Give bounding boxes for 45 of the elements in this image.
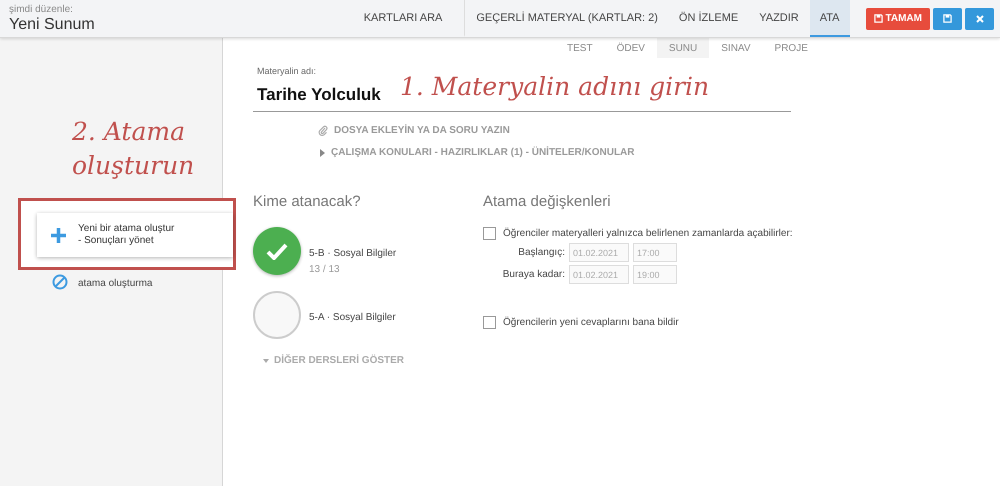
field-label: Başlangıç: bbox=[517, 247, 565, 258]
done-button[interactable]: TAMAM bbox=[866, 8, 930, 30]
save-icon bbox=[943, 14, 952, 23]
class-name: 5-A · Sosyal Bilgiler bbox=[309, 312, 396, 323]
plus-icon bbox=[51, 228, 66, 242]
field-label: Buraya kadar: bbox=[502, 269, 565, 280]
attach-link[interactable]: DOSYA EKLEYİN YA DA SORU YAZIN bbox=[318, 125, 1000, 136]
student-count: 13 / 13 bbox=[309, 264, 341, 275]
material-type-tab[interactable]: SUNU bbox=[656, 38, 710, 58]
section-heading: Atama değişkenleri bbox=[483, 193, 612, 210]
check-icon bbox=[266, 242, 288, 260]
nav-tab[interactable]: YAZDIR bbox=[749, 0, 809, 37]
nav-tab[interactable]: GEÇERLİ MATERYAL (KARTLAR: 2) bbox=[466, 0, 668, 37]
close-button[interactable] bbox=[965, 8, 994, 30]
section-heading: Kime atanacak? bbox=[253, 193, 362, 210]
class-avatar[interactable] bbox=[253, 291, 301, 339]
material-type-tab[interactable]: ÖDEV bbox=[604, 38, 657, 58]
topics-link[interactable]: ÇALIŞMA KONULARI - HAZIRLIKLAR (1) - ÜNİTELER/KONULAR bbox=[320, 147, 1000, 158]
save-icon bbox=[874, 14, 883, 23]
sidebar-action-text: atama oluşturma bbox=[78, 278, 152, 290]
create-assignment-button[interactable]: Yeni bir atama oluştur - Sonuçları yönet bbox=[37, 213, 233, 257]
annotation-text: 1. Materyalin adını girin bbox=[400, 71, 710, 103]
checkbox[interactable] bbox=[483, 316, 496, 329]
blocked-icon bbox=[52, 274, 68, 290]
option-label: Öğrencilerin yeni cevaplarını bana bildir bbox=[503, 317, 679, 328]
save-button[interactable] bbox=[933, 8, 962, 30]
close-icon bbox=[976, 14, 984, 22]
nav-tab[interactable]: ATA bbox=[810, 0, 850, 37]
class-name: 5-B · Sosyal Bilgiler bbox=[309, 248, 396, 259]
option-label: Öğrenciler materyalleri yalnızca belirlenen zamanlarda açabilirler: bbox=[503, 228, 793, 239]
paperclip-icon bbox=[318, 125, 328, 136]
field-label: Materyalin adı: bbox=[257, 66, 318, 76]
material-type-tab[interactable]: TEST bbox=[555, 38, 605, 58]
annotation-text: 2. Atama oluşturun bbox=[72, 116, 196, 182]
class-avatar[interactable] bbox=[253, 227, 301, 275]
document-title: Yeni Sunum bbox=[9, 16, 96, 34]
nav-tab[interactable]: ÖN İZLEME bbox=[668, 0, 748, 37]
material-type-tab[interactable]: PROJE bbox=[762, 38, 820, 58]
caret-icon bbox=[320, 148, 325, 156]
material-type-tab[interactable]: SINAV bbox=[709, 38, 763, 58]
caret-icon bbox=[263, 358, 269, 362]
nav-tab[interactable]: KARTLARI ARA bbox=[354, 0, 466, 37]
checkbox[interactable] bbox=[483, 227, 496, 240]
edit-caption: şimdi düzenle: bbox=[9, 4, 74, 16]
show-more-link[interactable]: DİĞER DERSLERİ GÖSTER bbox=[263, 355, 483, 366]
